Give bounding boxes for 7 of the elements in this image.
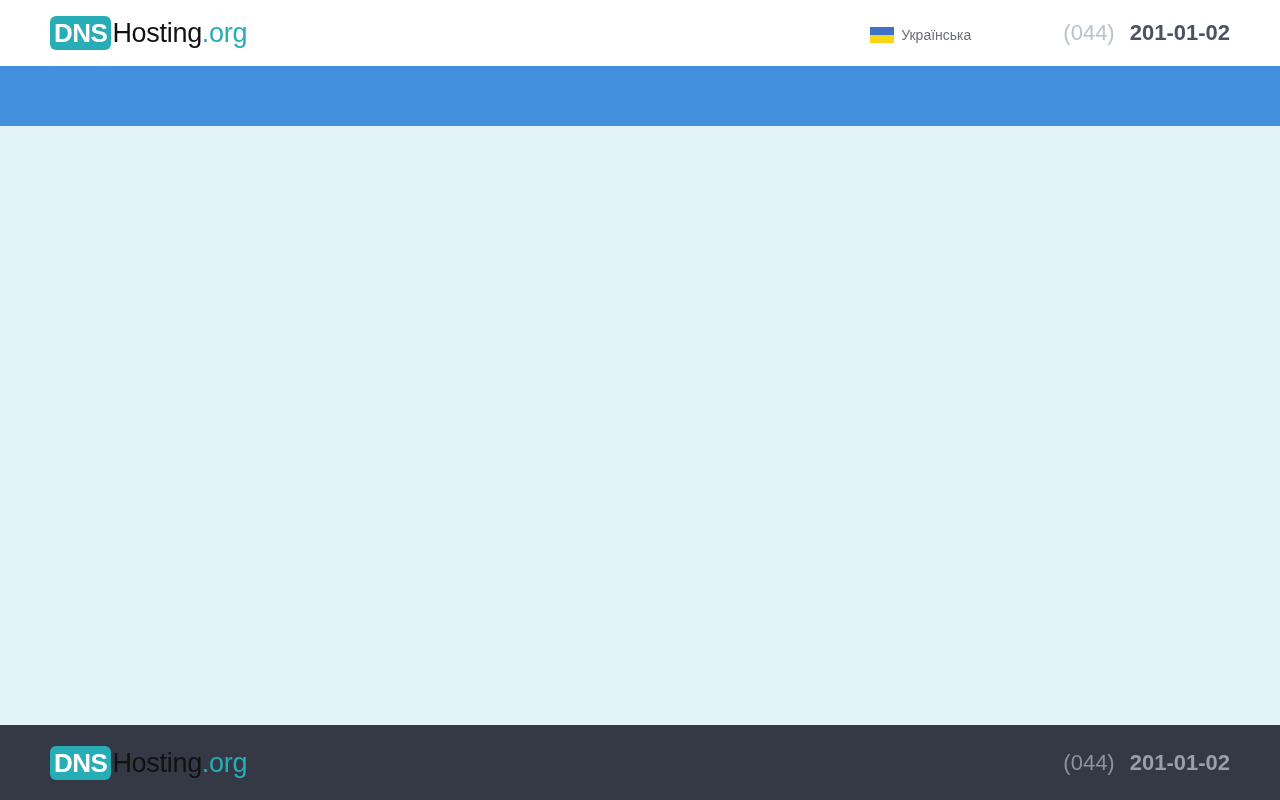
phone-number: 201-01-02 bbox=[1129, 20, 1230, 46]
phone-number: 201-01-02 bbox=[1129, 749, 1230, 776]
phone-code: (044) bbox=[1063, 20, 1115, 46]
flag-icon bbox=[870, 26, 895, 43]
phone-code: (044) bbox=[1063, 749, 1115, 776]
language-link[interactable]: Українська bbox=[870, 26, 972, 43]
site-logo[interactable]: DNS Hosting.org bbox=[50, 16, 248, 50]
